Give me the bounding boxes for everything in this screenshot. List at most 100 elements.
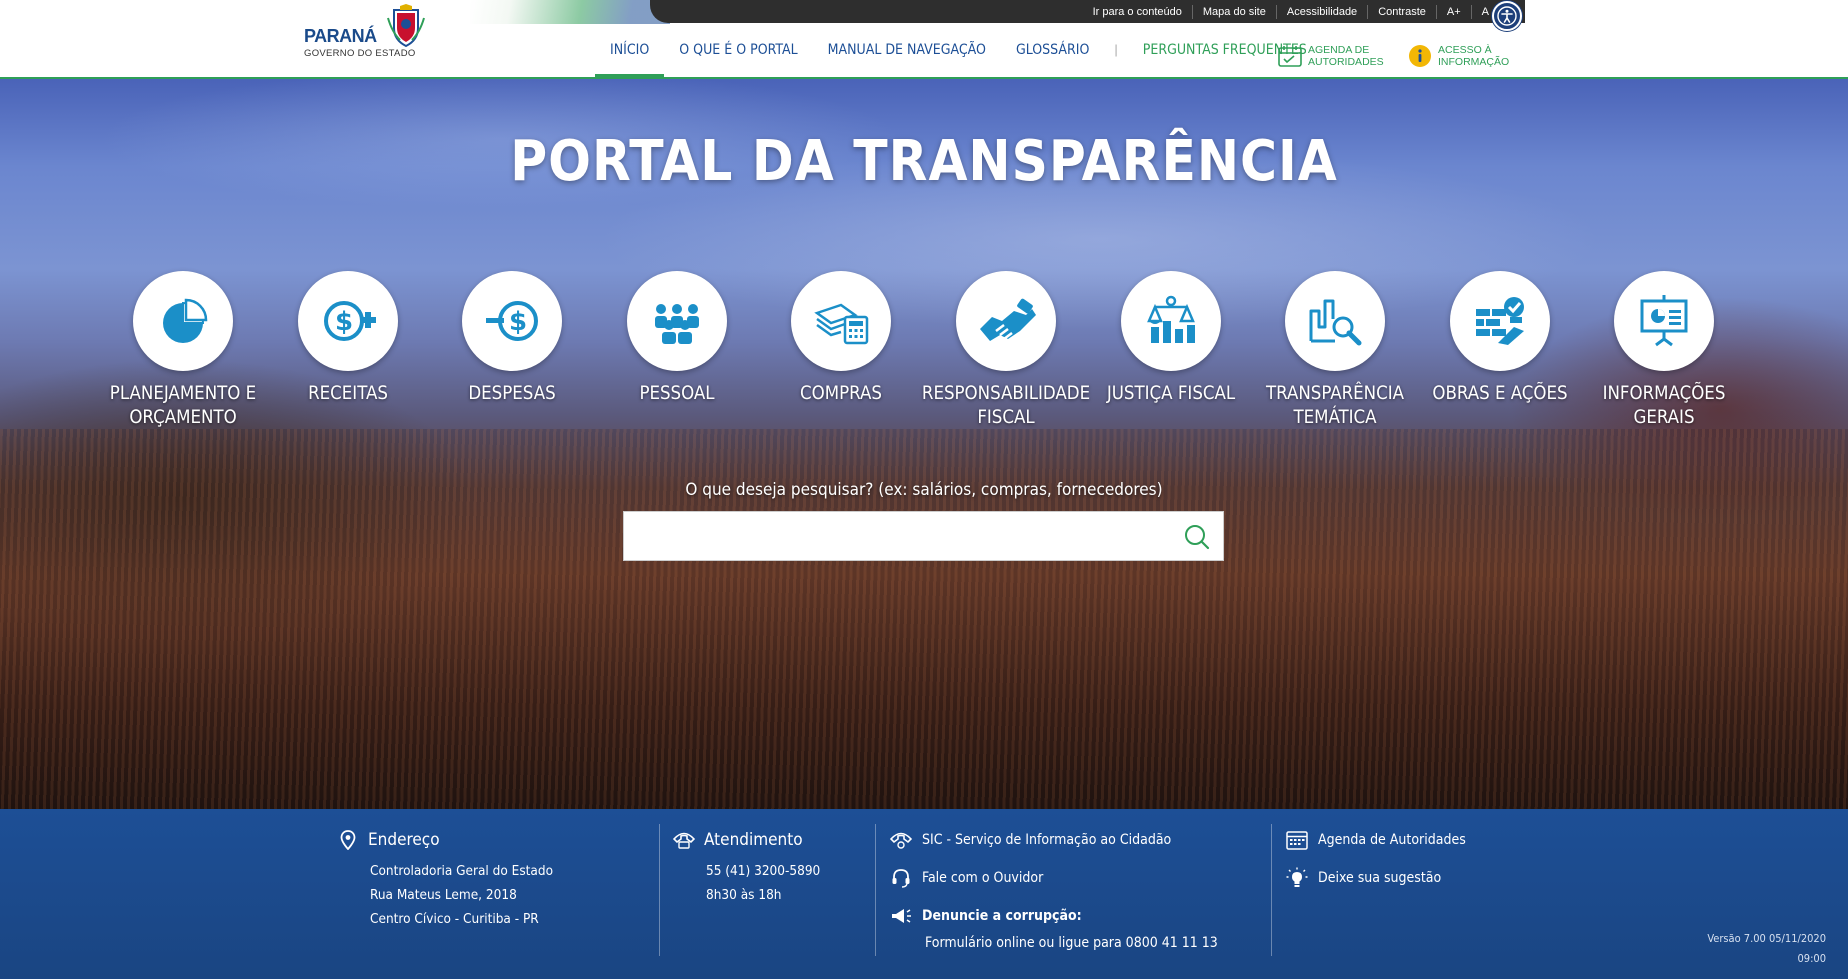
category-obras-e-acoes[interactable]: OBRAS E AÇÕES bbox=[1415, 271, 1585, 406]
category-label: PLANEJAMENTO E ORÇAMENTO bbox=[98, 382, 268, 430]
category-label-line: OBRAS E AÇÕES bbox=[1432, 383, 1568, 404]
accessibility-icon bbox=[1497, 6, 1517, 26]
nav-o-que-e-o-portal[interactable]: O QUE É O PORTAL bbox=[664, 32, 812, 79]
footer-agenda-label: Agenda de Autoridades bbox=[1318, 832, 1466, 848]
endereco-title: Endereço bbox=[368, 830, 440, 850]
agenda-autoridades-link[interactable]: AGENDA DE AUTORIDADES bbox=[1278, 44, 1384, 68]
dollar-minus-icon: $ bbox=[486, 301, 538, 341]
phone-icon bbox=[672, 829, 696, 851]
sic-label: SIC - Serviço de Informação ao Cidadão bbox=[922, 832, 1172, 848]
sic-link[interactable]: SIC - Serviço de Informação ao Cidadão bbox=[888, 829, 1218, 851]
topbar-link[interactable]: Acessibilidade bbox=[1275, 4, 1367, 19]
agenda-line1: AGENDA DE bbox=[1308, 44, 1370, 56]
category-label-line: PLANEJAMENTO E bbox=[109, 383, 257, 404]
flag-decoration bbox=[470, 0, 670, 24]
category-icon-circle: $ bbox=[298, 271, 398, 371]
search-input[interactable] bbox=[624, 512, 1164, 560]
acesso-line2: INFORMAÇÃO bbox=[1438, 56, 1510, 68]
lightbulb-icon bbox=[1284, 867, 1310, 889]
category-icon-circle bbox=[956, 271, 1056, 371]
category-label-line: RESPONSABILIDADE bbox=[921, 383, 1091, 404]
nav-separator: | bbox=[1114, 42, 1118, 57]
handshake-icon bbox=[980, 298, 1036, 341]
atendimento-phone: 55 (41) 3200-5890 bbox=[706, 863, 821, 879]
presentation-board-icon bbox=[1640, 295, 1688, 347]
main-nav: INÍCIO O QUE É O PORTAL MANUAL DE NAVEGA… bbox=[595, 32, 1322, 80]
nav-glossario[interactable]: GLOSSÁRIO bbox=[1001, 32, 1104, 79]
category-justica-fiscal[interactable]: JUSTIÇA FISCAL bbox=[1086, 271, 1256, 406]
category-informacoes-gerais[interactable]: INFORMAÇÕES GERAIS bbox=[1579, 271, 1749, 430]
category-compras[interactable]: COMPRAS bbox=[756, 271, 926, 406]
location-pin-icon bbox=[336, 829, 360, 851]
people-icon bbox=[655, 304, 699, 344]
category-despesas[interactable]: $ DESPESAS bbox=[427, 271, 597, 406]
agenda-line2: AUTORIDADES bbox=[1308, 56, 1384, 68]
scales-icon bbox=[1147, 295, 1195, 343]
endereco-line: Controladoria Geral do Estado bbox=[370, 863, 554, 879]
category-receitas[interactable]: $ RECEITAS bbox=[263, 271, 433, 406]
footer-divider bbox=[659, 824, 660, 956]
category-pessoal[interactable]: PESSOAL bbox=[592, 271, 762, 406]
search-box bbox=[623, 511, 1224, 561]
category-label-line: COMPRAS bbox=[800, 383, 882, 404]
dollar-plus-icon: $ bbox=[324, 301, 376, 341]
sugestao-link[interactable]: Deixe sua sugestão bbox=[1284, 867, 1466, 889]
accessibility-topbar: Ir para o conteúdo Mapa do site Acessibili… bbox=[650, 0, 1525, 23]
chart-magnifier-icon bbox=[1309, 299, 1362, 346]
search-label: O que deseja pesquisar? (ex: salários, c… bbox=[685, 480, 1163, 500]
hero-banner: PORTAL DA TRANSPARÊNCIA PLANEJAMENTO E OR… bbox=[0, 79, 1848, 809]
footer-divider bbox=[1271, 824, 1272, 956]
acesso-line1: ACESSO À bbox=[1438, 44, 1492, 56]
search-button[interactable] bbox=[1179, 519, 1215, 555]
category-icon-circle bbox=[1285, 271, 1385, 371]
footer-divider bbox=[875, 824, 876, 956]
site-header: PARANÁ GOVERNO DO ESTADO Ir para o conte… bbox=[0, 0, 1848, 80]
acesso-informacao-link[interactable]: ACESSO À INFORMAÇÃO bbox=[1408, 44, 1509, 68]
calendar-icon bbox=[1278, 46, 1302, 67]
category-icon-circle: $ bbox=[462, 271, 562, 371]
category-label: RESPONSABILIDADE FISCAL bbox=[921, 382, 1091, 430]
version-info: Versão 7.00 05/11/2020 09:00 bbox=[1707, 929, 1826, 969]
category-label: PESSOAL bbox=[592, 382, 762, 406]
footer-agenda-link[interactable]: Agenda de Autoridades bbox=[1284, 829, 1466, 851]
topbar-link[interactable]: Mapa do site bbox=[1191, 4, 1276, 19]
footer-endereco: Endereço Controladoria Geral do Estado R… bbox=[336, 829, 553, 931]
category-icon-circle bbox=[1450, 271, 1550, 371]
category-label-line: TRANSPARÊNCIA bbox=[1265, 383, 1405, 404]
money-calculator-icon bbox=[814, 303, 869, 345]
category-transparencia-tematica[interactable]: TRANSPARÊNCIA TEMÁTICA bbox=[1250, 271, 1420, 430]
logo-title: PARANÁ bbox=[304, 26, 377, 46]
topbar-link[interactable]: A+ bbox=[1435, 4, 1471, 19]
atendimento-hours: 8h30 às 18h bbox=[706, 887, 782, 903]
category-label: COMPRAS bbox=[756, 382, 926, 406]
info-icon bbox=[1409, 45, 1431, 67]
category-label-line: ORÇAMENTO bbox=[129, 407, 237, 428]
endereco-line: Rua Mateus Leme, 2018 bbox=[370, 887, 517, 903]
denuncie-link[interactable]: Denuncie a corrupção: bbox=[888, 905, 1218, 927]
category-icon-circle bbox=[1121, 271, 1221, 371]
category-label-line: RECEITAS bbox=[308, 383, 388, 404]
category-icon-circle bbox=[133, 271, 233, 371]
topbar-link[interactable]: Ir para o conteúdo bbox=[1083, 5, 1192, 19]
nav-inicio[interactable]: INÍCIO bbox=[595, 32, 665, 80]
sic-phone-icon bbox=[888, 829, 914, 851]
category-responsabilidade-fiscal[interactable]: RESPONSABILIDADE FISCAL bbox=[921, 271, 1091, 430]
category-planejamento-e-orcamento[interactable]: PLANEJAMENTO E ORÇAMENTO bbox=[98, 271, 268, 430]
nav-manual-de-navegacao[interactable]: MANUAL DE NAVEGAÇÃO bbox=[813, 32, 1001, 79]
footer-links: SIC - Serviço de Informação ao Cidadão F… bbox=[888, 829, 1218, 955]
atendimento-title: Atendimento bbox=[704, 830, 803, 850]
ouvidor-label: Fale com o Ouvidor bbox=[922, 870, 1044, 886]
category-label-line: INFORMAÇÕES bbox=[1602, 383, 1726, 404]
category-label: TRANSPARÊNCIA TEMÁTICA bbox=[1250, 382, 1420, 430]
category-label-line: GERAIS bbox=[1633, 407, 1695, 428]
category-label-line: FISCAL bbox=[977, 407, 1035, 428]
accessibility-button[interactable] bbox=[1492, 1, 1522, 31]
category-icon-circle bbox=[627, 271, 727, 371]
svg-text:$: $ bbox=[335, 307, 353, 337]
category-icon-circle bbox=[1614, 271, 1714, 371]
ouvidor-link[interactable]: Fale com o Ouvidor bbox=[888, 867, 1218, 889]
topbar-link[interactable]: Contraste bbox=[1367, 4, 1436, 19]
svg-text:$: $ bbox=[509, 307, 527, 337]
footer-atendimento: Atendimento 55 (41) 3200-5890 8h30 às 18… bbox=[672, 829, 820, 907]
parana-logo[interactable]: PARANÁ GOVERNO DO ESTADO bbox=[304, 4, 428, 60]
